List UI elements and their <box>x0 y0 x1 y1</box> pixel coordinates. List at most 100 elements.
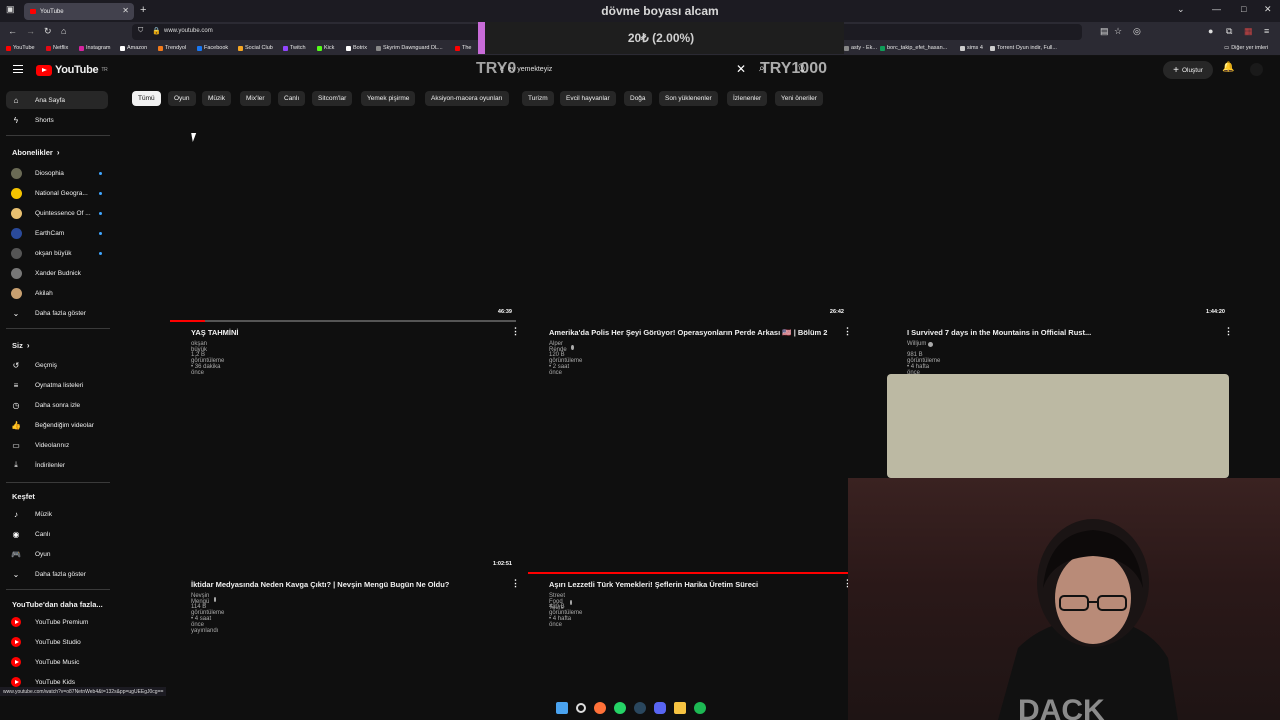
sidebar-item-gaming[interactable]: 🎮 Oyun <box>6 545 108 563</box>
sidebar-item-live[interactable]: ◉ Canlı <box>6 525 108 543</box>
video-more-options-icon[interactable]: ⋮ <box>1224 326 1233 337</box>
chip-9[interactable]: Evcil hayvanlar <box>560 91 616 106</box>
video-thumbnail[interactable] <box>528 130 848 320</box>
extensions-icon[interactable]: ⧉ <box>1226 26 1232 37</box>
windows-start-icon[interactable] <box>556 702 568 714</box>
sidebar-item-playlists[interactable]: ≡ Oynatma listeleri <box>6 376 108 394</box>
minimize-window-icon[interactable]: — <box>1212 4 1221 14</box>
sidebar-item-music[interactable]: ♪ Müzik <box>6 505 108 523</box>
extension-badge-icon[interactable]: ▦ <box>1244 26 1253 37</box>
video-title[interactable]: Amerika'da Polis Her Şeyi Görüyor! Opera… <box>549 328 827 337</box>
create-button[interactable]: + Oluştur <box>1163 61 1213 79</box>
video-more-options-icon[interactable]: ⋮ <box>511 326 520 337</box>
subscriptions-show-more[interactable]: ⌄ Daha fazla göster <box>6 304 108 322</box>
bookmark-item[interactable]: Social Club <box>238 45 273 51</box>
chip-8[interactable]: Turizm <box>522 91 554 106</box>
video-title[interactable]: Aşırı Lezzetli Türk Yemekleri! Şeflerin … <box>549 580 758 589</box>
bookmark-item[interactable]: Botrix <box>346 45 367 51</box>
subscription-item[interactable]: National Geogra... <box>6 184 108 202</box>
browser-tab-youtube[interactable]: YouTube ✕ <box>24 3 134 20</box>
video-channel[interactable]: Willjum <box>907 341 934 347</box>
bookmark-item[interactable]: Instagram <box>79 45 110 51</box>
chip-2[interactable]: Müzik <box>202 91 231 106</box>
video-thumbnail[interactable] <box>170 130 516 320</box>
bookmark-item[interactable]: Trendyol <box>158 45 186 51</box>
bookmark-item[interactable]: asty - Ek... <box>844 45 877 51</box>
chip-6[interactable]: Yemek pişirme <box>361 91 416 106</box>
reader-view-icon[interactable]: ▤ <box>1100 26 1109 37</box>
close-tab-icon[interactable]: ✕ <box>122 6 129 15</box>
tab-list-chevron-icon[interactable]: ⌄ <box>1177 4 1185 15</box>
video-thumbnail[interactable] <box>170 382 516 572</box>
file-explorer-icon[interactable] <box>674 702 686 714</box>
firefox-icon[interactable] <box>594 702 606 714</box>
video-hover-preview[interactable] <box>887 374 1229 478</box>
bookmark-item[interactable]: Torrent Oyun indir, Full... <box>990 45 1057 51</box>
hamburger-menu-icon[interactable] <box>13 65 23 73</box>
bookmark-item[interactable]: Kick <box>317 45 334 51</box>
subscription-item[interactable]: EarthCam <box>6 224 108 242</box>
close-window-icon[interactable]: ✕ <box>1264 4 1272 15</box>
video-title[interactable]: İktidar Medyasında Neden Kavga Çıktı? | … <box>191 580 449 589</box>
chip-10[interactable]: Doğa <box>624 91 652 106</box>
video-title[interactable]: YAŞ TAHMİNİ <box>191 328 239 337</box>
user-avatar[interactable] <box>1250 63 1263 76</box>
bookmark-item[interactable]: Facebook <box>197 45 228 51</box>
bookmark-star-icon[interactable]: ☆ <box>1114 26 1122 37</box>
youtube-product-item[interactable]: YouTube Music <box>6 653 108 671</box>
discord-icon[interactable] <box>654 702 666 714</box>
explore-show-more[interactable]: ⌄ Daha fazla göster <box>6 565 108 583</box>
sidebar-item-shorts[interactable]: ϟ Shorts <box>6 111 108 129</box>
chip-1[interactable]: Oyun <box>168 91 196 106</box>
screenshot-icon[interactable]: ◎ <box>1133 26 1141 37</box>
video-thumbnail[interactable] <box>887 130 1229 320</box>
video-more-options-icon[interactable]: ⋮ <box>511 578 520 589</box>
youtube-product-item[interactable]: YouTube Premium <box>6 613 108 631</box>
bookmark-item[interactable]: YouTube <box>6 45 35 51</box>
browser-menu-icon[interactable]: ▣ <box>6 4 15 15</box>
chip-0[interactable]: Tümü <box>132 91 161 106</box>
chip-12[interactable]: İzlenenler <box>727 91 768 106</box>
taskbar-search-icon[interactable] <box>576 703 586 713</box>
chip-13[interactable]: Yeni öneriler <box>775 91 823 106</box>
youtube-product-item[interactable]: YouTube Studio <box>6 633 108 651</box>
subscriptions-heading[interactable]: Abonelikler › <box>12 148 60 157</box>
whatsapp-icon[interactable] <box>614 702 626 714</box>
lock-icon[interactable]: 🔒 <box>152 27 161 35</box>
reload-icon[interactable]: ↻ <box>44 26 52 37</box>
home-browser-icon[interactable]: ⌂ <box>61 26 66 36</box>
sidebar-item-watch-later[interactable]: ◷ Daha sonra izle <box>6 396 108 414</box>
sidebar-item-your-videos[interactable]: ▭ Videolarınız <box>6 436 108 454</box>
bookmark-item[interactable]: sims 4 <box>960 45 983 51</box>
subscription-item[interactable]: Quintessence Of ... <box>6 204 108 222</box>
video-thumbnail[interactable] <box>528 382 848 572</box>
bookmark-item[interactable]: Netflix <box>46 45 68 51</box>
video-title[interactable]: I Survived 7 days in the Mountains in Of… <box>907 328 1091 337</box>
shield-icon[interactable]: ⛉ <box>138 27 143 35</box>
maximize-window-icon[interactable]: □ <box>1241 4 1246 14</box>
chip-11[interactable]: Son yüklenenler <box>659 91 718 106</box>
bookmark-item[interactable]: Skyrim Dawnguard DL... <box>376 45 443 51</box>
bookmark-item[interactable]: Twitch <box>283 45 306 51</box>
video-more-options-icon[interactable]: ⋮ <box>843 326 852 337</box>
chip-5[interactable]: Sitcom'lar <box>312 91 353 106</box>
explore-heading[interactable]: Keşfet <box>12 492 35 501</box>
sidebar-item-home[interactable]: ⌂ Ana Sayfa <box>6 91 108 109</box>
forward-icon[interactable]: → <box>26 26 35 36</box>
new-tab-button[interactable]: + <box>140 4 146 16</box>
chip-7[interactable]: Aksiyon-macera oyunları <box>425 91 509 106</box>
chip-3[interactable]: Mix'ler <box>240 91 271 106</box>
more-from-youtube-heading[interactable]: YouTube'dan daha fazla... <box>12 600 103 609</box>
subscription-item[interactable]: Diosophia <box>6 164 108 182</box>
browser-overflow-menu-icon[interactable]: ≡ <box>1264 26 1269 36</box>
subscription-item[interactable]: Xander Budnick <box>6 264 108 282</box>
clear-search-icon[interactable]: ✕ <box>736 62 746 76</box>
chip-4[interactable]: Canlı <box>278 91 306 106</box>
sidebar-item-history[interactable]: ↺ Geçmiş <box>6 356 108 374</box>
subscription-item[interactable]: okşan büyük <box>6 244 108 262</box>
sidebar-item-like[interactable]: 👍 Beğendiğim videolar <box>6 416 108 434</box>
bookmark-item[interactable]: The <box>455 45 471 51</box>
bookmark-item[interactable]: borc_takip_efet_hasan... <box>880 45 947 51</box>
steam-icon[interactable] <box>634 702 646 714</box>
other-bookmarks[interactable]: ▭ Diğer yer imleri <box>1224 45 1268 51</box>
